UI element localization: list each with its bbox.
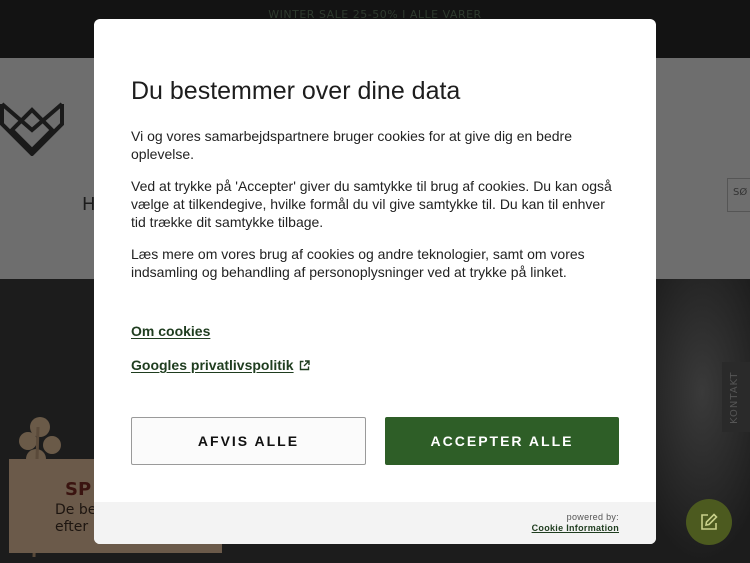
edit-button[interactable] [686, 499, 732, 545]
accept-all-button[interactable]: ACCEPTER ALLE [385, 417, 619, 465]
google-privacy-link[interactable]: Googles privatlivspolitik [131, 357, 310, 373]
dialog-paragraph-1: Vi og vores samarbejdspartnere bruger co… [131, 128, 572, 162]
contact-tab[interactable]: KONTAKT [722, 362, 750, 432]
pencil-square-icon [701, 513, 718, 530]
promo-card-text: De be efter [55, 502, 96, 536]
dialog-paragraph-3: Læs mere om vores brug af cookies og and… [131, 246, 585, 280]
powered-by-footer: powered by: Cookie Information [94, 502, 656, 544]
dialog-actions: AFVIS ALLE ACCEPTER ALLE [94, 380, 656, 502]
cookie-consent-dialog: Du bestemmer over dine data Vi og vores … [94, 19, 656, 544]
external-link-icon [299, 360, 310, 371]
promo-card-line1: De be [55, 502, 97, 518]
about-cookies-link[interactable]: Om cookies [131, 323, 210, 339]
powered-by-label: powered by: [566, 512, 619, 522]
site-logo[interactable] [0, 102, 64, 156]
promo-card-title: SP [65, 479, 92, 500]
contact-tab-label: KONTAKT [729, 371, 740, 424]
dialog-paragraph-2: Ved at trykke på 'Accepter' giver du sam… [131, 178, 612, 230]
promo-card-line2: efter [55, 519, 89, 535]
cookie-dialog-body: Du bestemmer over dine data Vi og vores … [94, 19, 656, 379]
google-privacy-link-label: Googles privatlivspolitik [131, 357, 294, 373]
dialog-title: Du bestemmer over dine data [131, 77, 461, 105]
reject-all-button[interactable]: AFVIS ALLE [131, 417, 366, 465]
cookie-information-link[interactable]: Cookie Information [532, 523, 619, 533]
search-field[interactable]: SØ [727, 178, 750, 212]
